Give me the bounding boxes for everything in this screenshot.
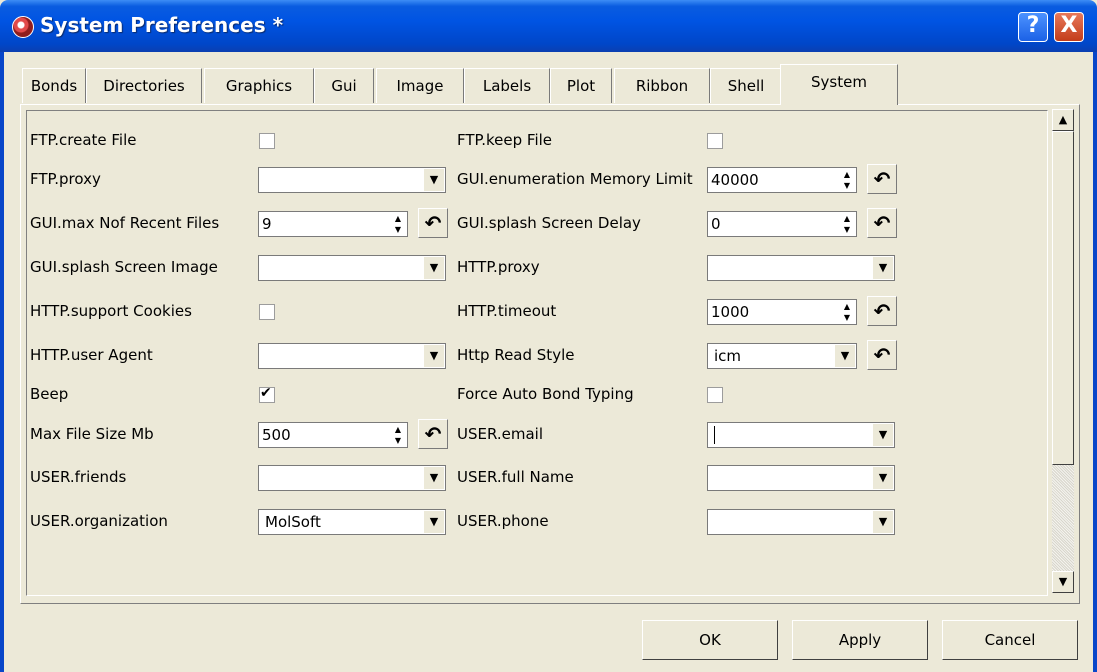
text-caret <box>714 426 715 444</box>
help-button[interactable]: ? <box>1018 12 1048 42</box>
tab-plot[interactable]: Plot <box>550 68 612 103</box>
scroll-up-icon[interactable]: ▲ <box>1052 109 1074 131</box>
http-read-style-value: icm <box>714 347 742 365</box>
http-read-style-label: Http Read Style <box>457 346 575 364</box>
ftp-create-file-label: FTP.create File <box>30 131 137 149</box>
user-full-name-combo[interactable]: ▼ <box>707 465 895 491</box>
beep-label: Beep <box>30 385 69 403</box>
gui-enum-mem-label: GUI.enumeration Memory Limit <box>457 170 693 188</box>
app-icon <box>12 16 34 38</box>
window-frame-left <box>0 52 4 672</box>
dropdown-arrow-icon[interactable]: ▼ <box>423 257 444 279</box>
reset-gui-splash-delay-icon[interactable]: ↶ <box>867 208 897 238</box>
reset-max-file-size-icon[interactable]: ↶ <box>418 419 448 449</box>
force-auto-bond-label: Force Auto Bond Typing <box>457 385 634 403</box>
http-cookies-checkbox[interactable] <box>259 304 275 320</box>
ok-button[interactable]: OK <box>642 620 778 660</box>
reset-gui-enum-mem-icon[interactable]: ↶ <box>867 164 897 194</box>
tab-ribbon[interactable]: Ribbon <box>614 68 710 103</box>
dropdown-arrow-icon[interactable]: ▼ <box>423 169 444 191</box>
max-file-size-value: 500 <box>262 426 291 444</box>
gui-splash-delay-spin[interactable]: 0 ▲ ▼ <box>707 211 857 237</box>
spin-arrows-icon[interactable]: ▲ ▼ <box>391 424 405 446</box>
window-title: System Preferences * <box>40 13 284 37</box>
ftp-keep-file-checkbox[interactable] <box>707 133 723 149</box>
ftp-keep-file-label: FTP.keep File <box>457 131 553 149</box>
beep-checkbox[interactable] <box>259 385 275 403</box>
gui-splash-delay-value: 0 <box>711 215 721 233</box>
gui-enum-mem-value: 40000 <box>711 171 759 189</box>
dropdown-arrow-icon[interactable]: ▼ <box>872 257 893 279</box>
dropdown-arrow-icon[interactable]: ▼ <box>423 345 444 367</box>
reset-http-timeout-icon[interactable]: ↶ <box>867 296 897 326</box>
apply-button[interactable]: Apply <box>792 620 928 660</box>
window-frame-right <box>1093 52 1097 672</box>
dropdown-arrow-icon[interactable]: ▼ <box>872 424 893 446</box>
tab-labels[interactable]: Labels <box>464 68 550 103</box>
dropdown-arrow-icon[interactable]: ▼ <box>423 467 444 489</box>
dropdown-arrow-icon[interactable]: ▼ <box>423 511 444 533</box>
vertical-scrollbar[interactable]: ▲ ▼ <box>1052 109 1074 593</box>
reset-http-read-style-icon[interactable]: ↶ <box>867 340 897 370</box>
user-org-label: USER.organization <box>30 512 168 530</box>
user-phone-label: USER.phone <box>457 512 549 530</box>
tab-system[interactable]: System <box>780 64 898 105</box>
tab-shell[interactable]: Shell <box>710 68 782 103</box>
ftp-proxy-combo[interactable]: ▼ <box>258 167 446 193</box>
dropdown-arrow-icon[interactable]: ▼ <box>872 511 893 533</box>
http-proxy-combo[interactable]: ▼ <box>707 255 895 281</box>
spin-arrows-icon[interactable]: ▲ ▼ <box>840 213 854 235</box>
max-file-size-label: Max File Size Mb <box>30 425 154 443</box>
user-org-combo[interactable]: MolSoft ▼ <box>258 509 446 535</box>
close-button[interactable]: X <box>1054 12 1084 42</box>
scroll-thumb[interactable] <box>1052 131 1074 465</box>
cancel-button[interactable]: Cancel <box>942 620 1078 660</box>
http-user-agent-combo[interactable]: ▼ <box>258 343 446 369</box>
spin-arrows-icon[interactable]: ▲ ▼ <box>391 213 405 235</box>
http-cookies-label: HTTP.support Cookies <box>30 302 192 320</box>
user-full-name-label: USER.full Name <box>457 468 574 486</box>
user-friends-combo[interactable]: ▼ <box>258 465 446 491</box>
http-proxy-label: HTTP.proxy <box>457 258 540 276</box>
tab-bonds[interactable]: Bonds <box>22 68 86 103</box>
user-phone-combo[interactable]: ▼ <box>707 509 895 535</box>
scroll-track[interactable] <box>1052 465 1074 571</box>
http-user-agent-label: HTTP.user Agent <box>30 346 153 364</box>
tab-directories[interactable]: Directories <box>86 68 202 103</box>
gui-max-recent-spin[interactable]: 9 ▲ ▼ <box>258 211 408 237</box>
dropdown-arrow-icon[interactable]: ▼ <box>872 467 893 489</box>
gui-max-recent-value: 9 <box>262 215 272 233</box>
spin-arrows-icon[interactable]: ▲ ▼ <box>840 301 854 323</box>
user-friends-label: USER.friends <box>30 468 127 486</box>
gui-max-recent-label: GUI.max Nof Recent Files <box>30 214 220 232</box>
http-read-style-combo[interactable]: icm ▼ <box>707 343 857 369</box>
ftp-proxy-label: FTP.proxy <box>30 170 101 188</box>
spin-arrows-icon[interactable]: ▲ ▼ <box>840 169 854 191</box>
user-email-label: USER.email <box>457 425 544 443</box>
force-auto-bond-checkbox[interactable] <box>707 387 723 403</box>
http-timeout-value: 1000 <box>711 303 750 321</box>
tab-gui[interactable]: Gui <box>314 68 374 103</box>
reset-gui-max-recent-icon[interactable]: ↶ <box>418 208 448 238</box>
user-org-value: MolSoft <box>265 513 321 531</box>
max-file-size-spin[interactable]: 500 ▲ ▼ <box>258 422 408 448</box>
gui-splash-delay-label: GUI.splash Screen Delay <box>457 214 641 232</box>
tab-image[interactable]: Image <box>376 68 464 103</box>
ftp-create-file-checkbox[interactable] <box>259 133 275 149</box>
user-email-combo[interactable]: ▼ <box>707 422 895 448</box>
http-timeout-spin[interactable]: 1000 ▲ ▼ <box>707 299 857 325</box>
gui-splash-image-label: GUI.splash Screen Image <box>30 258 218 276</box>
http-timeout-label: HTTP.timeout <box>457 302 557 320</box>
scroll-down-icon[interactable]: ▼ <box>1052 571 1074 593</box>
dropdown-arrow-icon[interactable]: ▼ <box>834 345 855 367</box>
tab-graphics[interactable]: Graphics <box>204 68 314 103</box>
gui-enum-mem-spin[interactable]: 40000 ▲ ▼ <box>707 167 857 193</box>
gui-splash-image-combo[interactable]: ▼ <box>258 255 446 281</box>
title-bar: System Preferences * ? X <box>0 0 1097 52</box>
